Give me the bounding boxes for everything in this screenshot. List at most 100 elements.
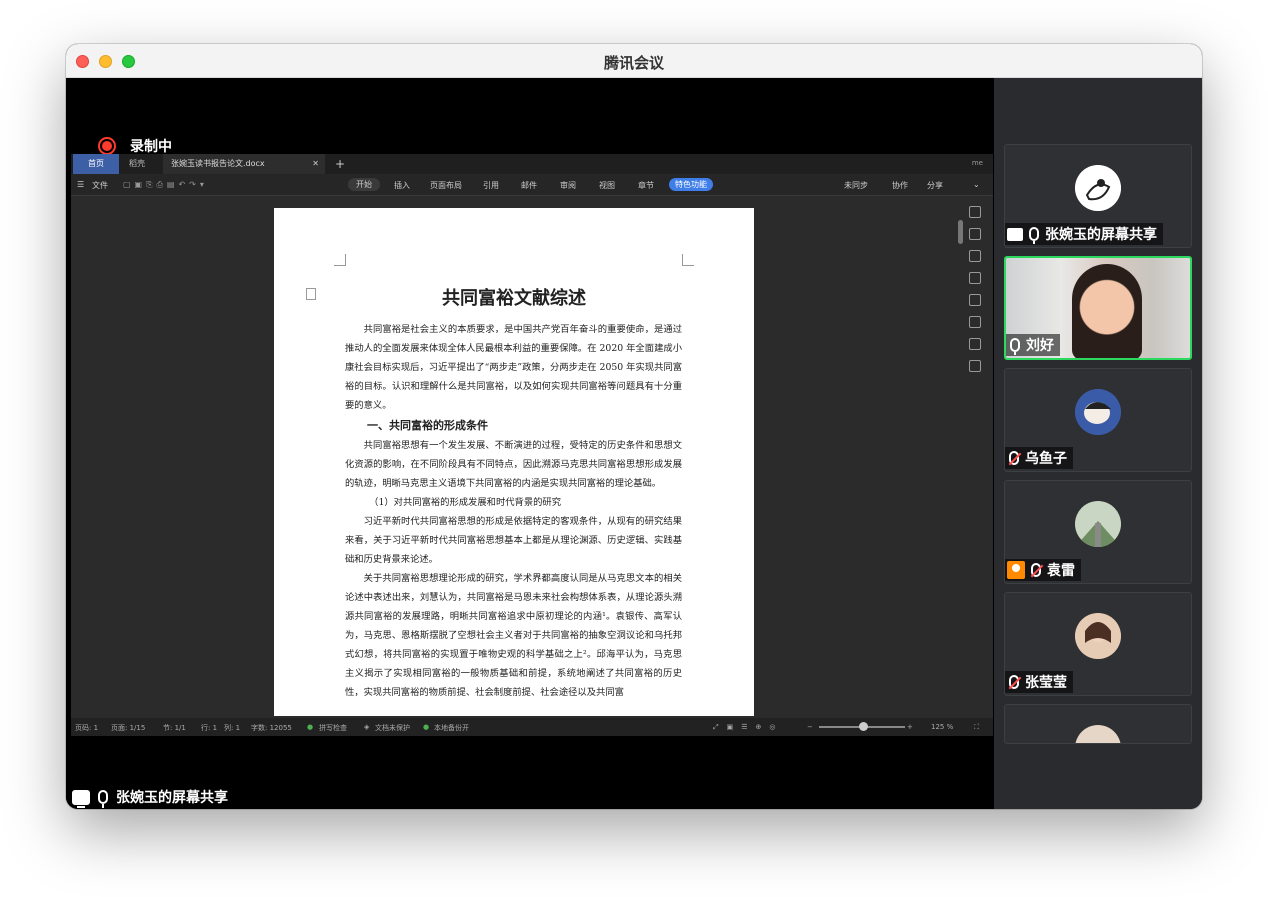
collapse-ribbon-icon[interactable]: ⌄ [973,180,980,189]
file-menu[interactable]: 文件 [92,180,108,191]
history-icon[interactable] [969,338,981,350]
avatar [1075,389,1121,435]
recording-indicator[interactable]: 录制中 [98,136,172,156]
col-number: 列: 1 [224,724,241,732]
zoom-level[interactable]: 125 % [931,723,953,731]
participant-face [1072,264,1142,358]
paragraph: 共同富裕是社会主义的本质要求，是中国共产党百年奋斗的重要使命，是通过推动人的全面… [345,324,682,411]
participant-tile[interactable]: 张婉玉的屏幕共享 [1004,144,1192,248]
margin-marker [334,254,346,266]
spell-check-icon: ● [307,723,314,731]
ribbon-tab-layout[interactable]: 页面布局 [430,180,462,191]
screen-share-icon [1007,227,1023,241]
record-icon [98,137,116,155]
screen-share-label: 张婉玉的屏幕共享 [72,787,228,808]
scroll-thumb[interactable] [958,220,963,244]
tab-home[interactable]: 首页 [73,154,119,174]
participant-name: 张莹莹 [1025,675,1067,691]
mic-muted-icon [1009,451,1019,465]
protection-status[interactable]: 文档未保护 [375,723,410,733]
participant-name-tag: 乌鱼子 [1005,447,1073,469]
ribbon-tab-chapter[interactable]: 章节 [638,180,654,191]
participant-name-tag: 张莹莹 [1005,671,1073,693]
ribbon-tab-mail[interactable]: 邮件 [521,180,537,191]
ribbon-tab-start[interactable]: 开始 [348,178,380,191]
export-icon[interactable] [969,360,981,372]
shapes-icon[interactable] [969,228,981,240]
page-count[interactable]: 页面: 1/15 [111,723,145,733]
wps-writer-window: 首页 稻壳 张婉玉读书报告论文.docx ✕ + me ☰ 文件 ▢▣⎘⎙▤↶↷… [71,154,993,736]
status-bar: 页码: 1 页面: 1/15 节: 1/1 行: 1 列: 1 字数: 1205… [71,718,993,736]
ribbon-tab-insert[interactable]: 插入 [394,180,410,191]
document-title: 共同富裕文献综述 [442,288,586,309]
participant-list: 张婉玉的屏幕共享 刘好 乌鱼子 袁雷 张莹莹 [994,78,1202,809]
ribbon-tab-review[interactable]: 审阅 [560,180,576,191]
view-mode-icons[interactable]: ⤢▣☰⊕◎ [713,723,783,732]
subsection-heading: （1）对共同富裕的形成发展和时代背景的研究 [369,497,562,508]
participant-tile-active-speaker[interactable]: 刘好 [1004,256,1192,360]
mic-muted-icon [1031,563,1041,577]
meeting-window: 腾讯会议 录制中 首页 稻壳 张婉玉读书报告论文.docx ✕ + me ☰ 文… [66,44,1202,809]
document-tab-label: 张婉玉读书报告论文.docx [171,159,265,168]
page-code: 页码: 1 [75,724,99,732]
row-number: 行: 1 [201,724,218,732]
menu-icon[interactable]: ☰ [77,180,84,189]
ribbon-tab-reference[interactable]: 引用 [483,180,499,191]
tab-daoke[interactable]: 稻壳 [121,154,153,174]
tab-document[interactable]: 张婉玉读书报告论文.docx ✕ [163,154,325,174]
document-page[interactable]: 共同富裕文献综述 共同富裕是社会主义的本质要求，是中国共产党百年奋斗的重要使命，… [274,208,754,716]
pen-icon[interactable] [969,206,981,218]
participant-name-tag: 袁雷 [1005,559,1081,581]
shared-screen-area: 录制中 首页 稻壳 张婉玉读书报告论文.docx ✕ + me ☰ 文件 ▢▣⎘… [66,78,994,809]
backup-status[interactable]: 本地备份开 [434,723,469,733]
participant-name: 袁雷 [1047,563,1075,579]
section-count: 节: 1/1 [163,724,186,732]
vertical-scrollbar[interactable] [958,202,963,682]
share-button[interactable]: 分享 [927,180,943,191]
margin-marker [682,254,694,266]
zoom-in-button[interactable]: + [907,723,913,731]
section-heading: 一、共同富裕的形成条件 [367,419,488,432]
new-tab-button[interactable]: + [327,154,353,174]
wps-tab-bar: 首页 稻壳 张婉玉读书报告论文.docx ✕ + me [71,154,993,174]
spell-check[interactable]: 拼写检查 [319,723,347,733]
participant-tile[interactable]: 张莹莹 [1004,592,1192,696]
backup-icon: ● [423,723,430,731]
sync-status[interactable]: 未同步 [844,180,868,191]
style-icon[interactable] [969,250,981,262]
mic-icon [98,790,108,808]
quick-access-icons[interactable]: ▢▣⎘⎙▤↶↷▾ [123,180,208,190]
zoom-slider-handle[interactable] [859,722,868,731]
mic-muted-icon [1009,675,1019,689]
title-bar: 腾讯会议 [66,44,1202,78]
participant-name: 乌鱼子 [1025,451,1067,467]
screen-share-icon [72,789,90,808]
paragraph: 习近平新时代共同富裕思想的形成是依据特定的客观条件，从现有的研究结果来看，关于习… [345,516,682,565]
participant-tile[interactable] [1004,704,1192,744]
avatar [1075,501,1121,547]
fullscreen-icon[interactable]: ⛶ [974,723,979,732]
avatar [1075,725,1121,743]
right-tool-panel [965,196,985,706]
participant-tile[interactable]: 乌鱼子 [1004,368,1192,472]
participant-tile[interactable]: 袁雷 [1004,480,1192,584]
recording-label: 录制中 [130,139,172,155]
ribbon-tab-view[interactable]: 视图 [599,180,615,191]
ribbon-bar: ☰ 文件 ▢▣⎘⎙▤↶↷▾ 开始 插入 页面布局 引用 邮件 审阅 视图 章节 … [71,174,993,196]
feature-button[interactable]: 特色功能 [669,178,713,191]
screen-share-name: 张婉玉的屏幕共享 [116,790,228,806]
collaborate-button[interactable]: 协作 [892,180,908,191]
participant-name-tag: 刘好 [1006,334,1060,356]
account-label[interactable]: me [972,159,983,167]
word-count[interactable]: 字数: 12055 [251,723,292,733]
mic-icon [1029,227,1039,244]
participant-name: 刘好 [1026,338,1054,354]
document-body: 共同富裕是社会主义的本质要求，是中国共产党百年奋斗的重要使命，是通过推动人的全面… [345,320,682,702]
settings-icon[interactable] [969,316,981,328]
host-icon [1007,561,1025,579]
lock-icon[interactable] [969,294,981,306]
close-tab-icon[interactable]: ✕ [312,154,319,174]
participant-name-tag: 张婉玉的屏幕共享 [1005,223,1163,245]
select-icon[interactable] [969,272,981,284]
zoom-out-button[interactable]: − [807,723,813,731]
